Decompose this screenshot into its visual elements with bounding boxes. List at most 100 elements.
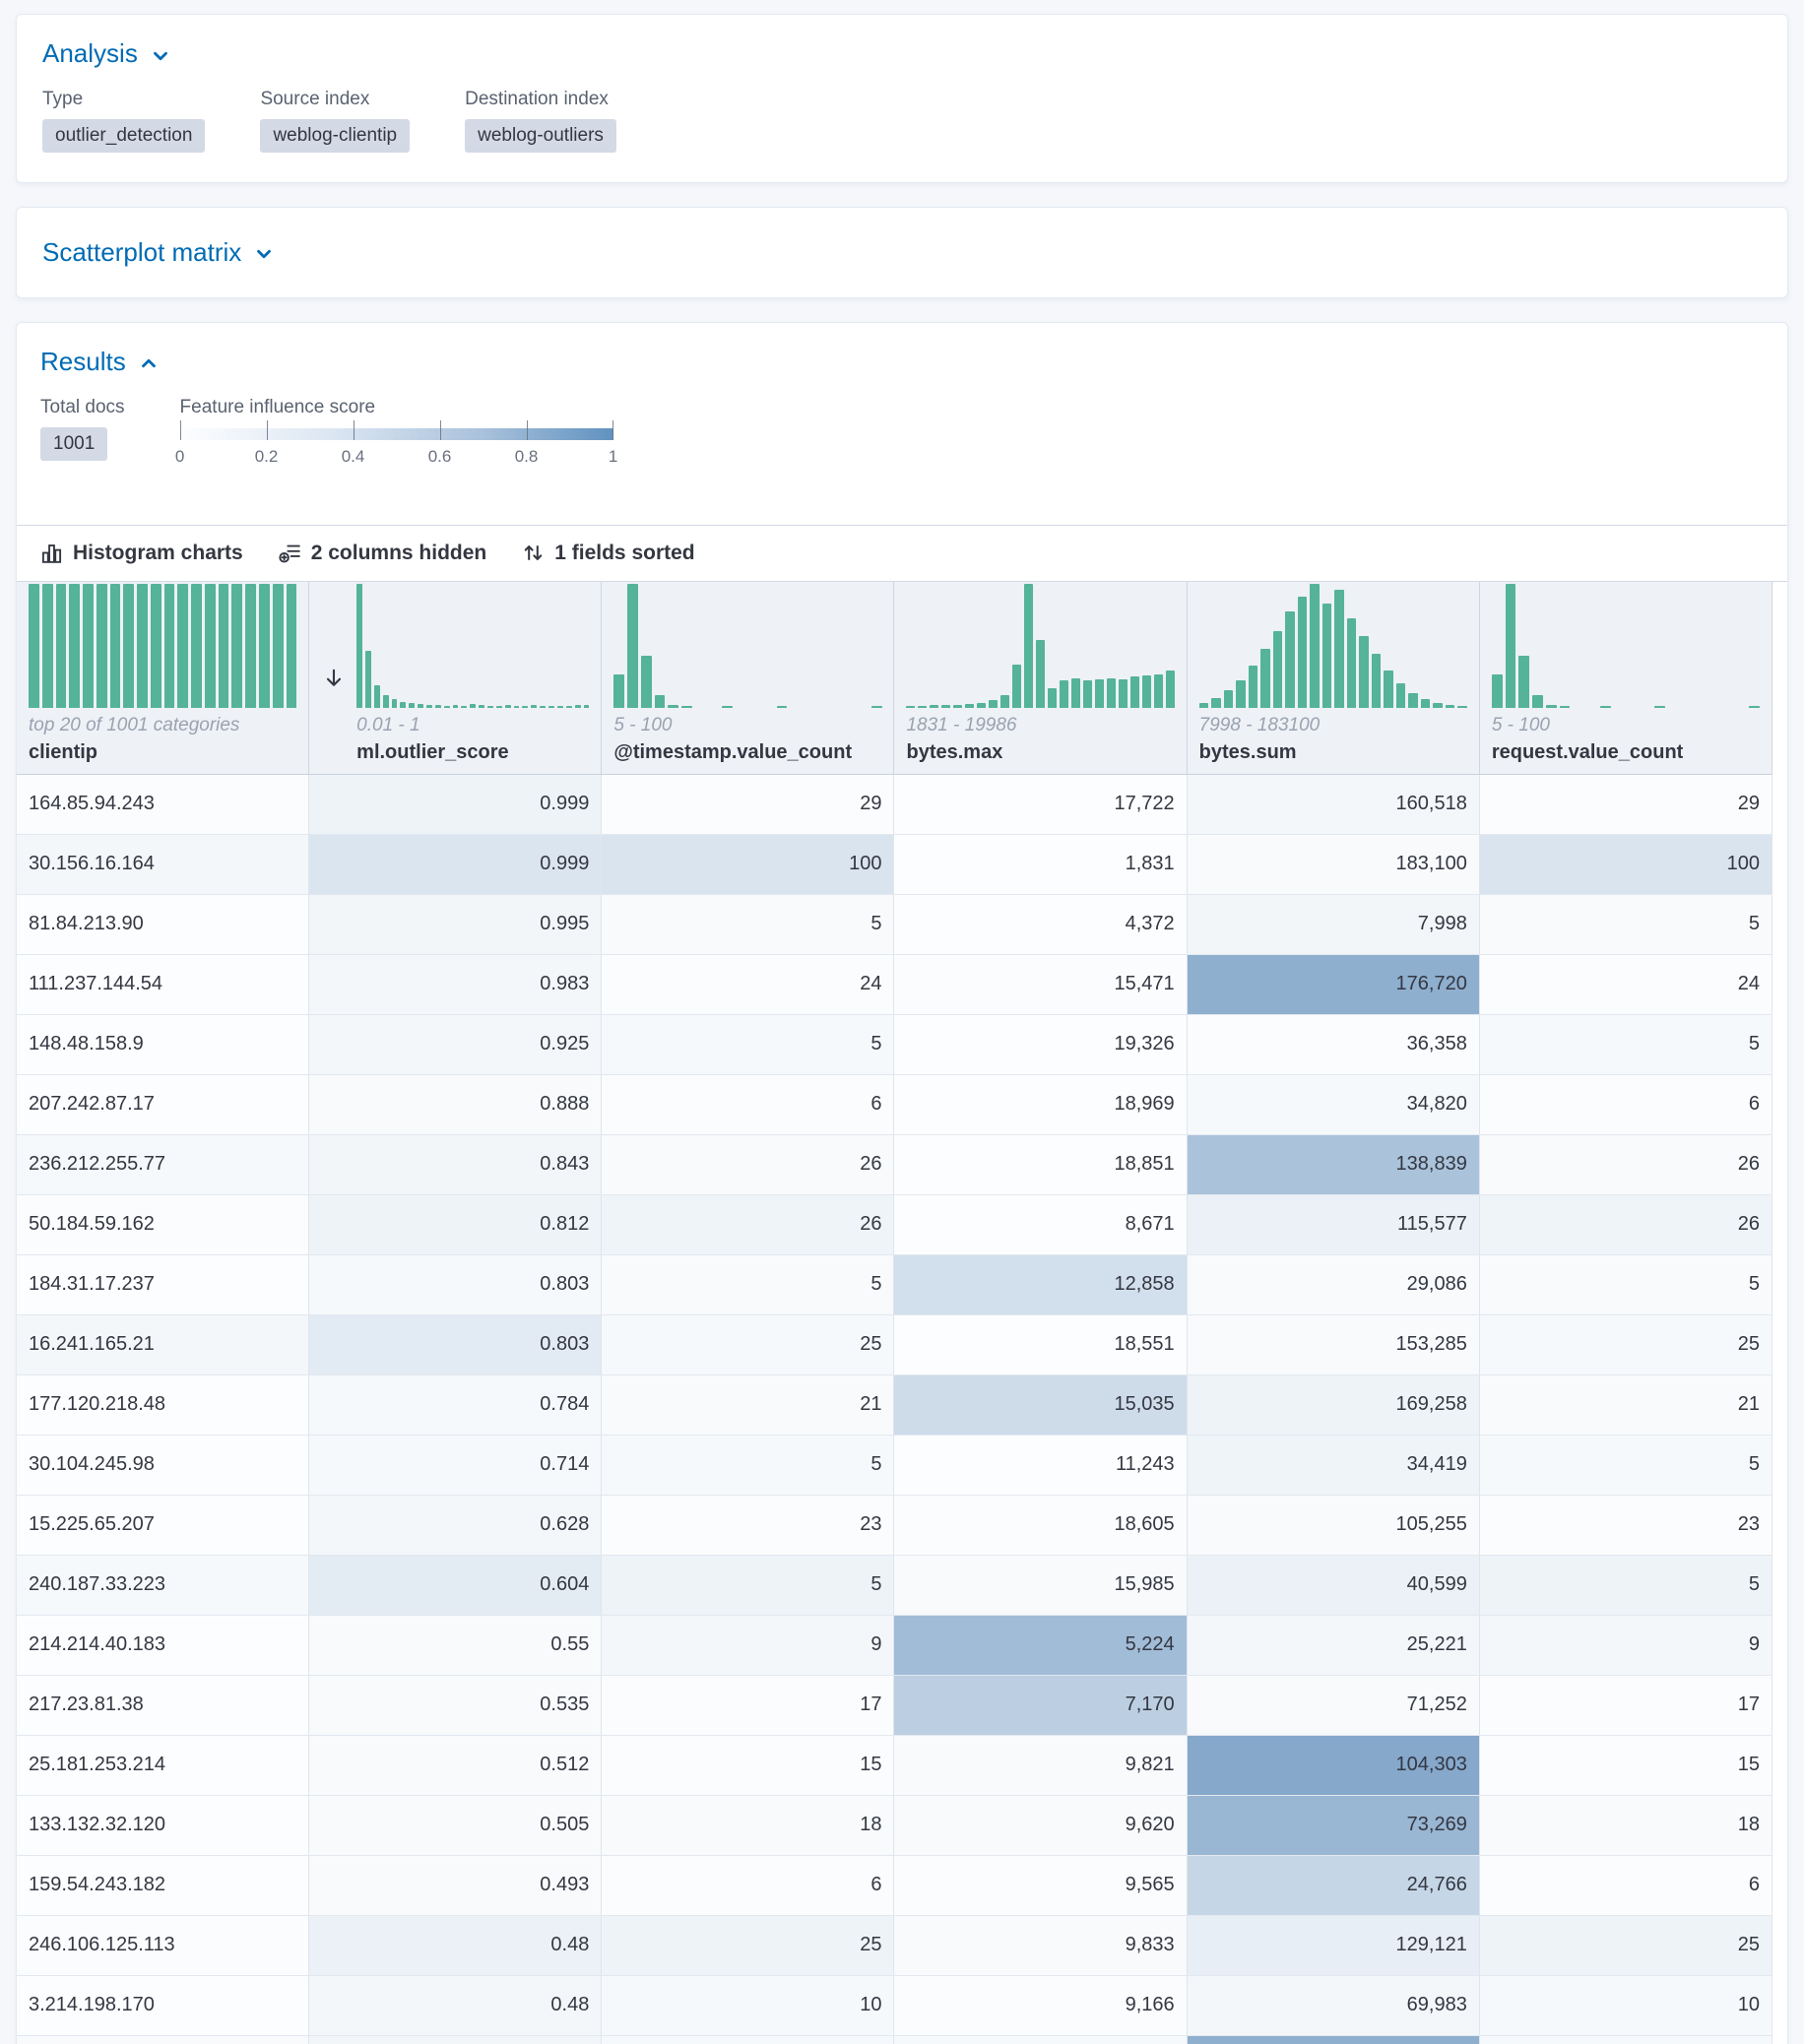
cell-@timestamp.value_count[interactable]: 25	[602, 1315, 894, 1374]
cell-clientip[interactable]: 184.31.17.237	[17, 1255, 309, 1314]
cell-clientip[interactable]: 207.242.87.17	[17, 1075, 309, 1134]
cell-bytes.max[interactable]: 1,831	[894, 835, 1187, 894]
cell-clientip[interactable]: 164.85.94.243	[17, 775, 309, 834]
cell-request.value_count[interactable]: 5	[1480, 1255, 1772, 1314]
cell-@timestamp.value_count[interactable]: 9	[602, 1616, 894, 1675]
cell-ml.outlier_score[interactable]: 0.48	[309, 1916, 602, 1975]
cell-clientip[interactable]: 246.106.125.113	[17, 1916, 309, 1975]
cell-request.value_count[interactable]: 5	[1480, 1015, 1772, 1074]
cell-ml.outlier_score[interactable]: 0.983	[309, 955, 602, 1014]
cell-ml.outlier_score[interactable]: 0.803	[309, 1255, 602, 1314]
cell-clientip[interactable]: 217.23.81.38	[17, 1676, 309, 1735]
cell-bytes.max[interactable]: 9,821	[894, 1736, 1187, 1795]
column-header-ml.outlier_score[interactable]: 0.01 - 1ml.outlier_score	[309, 582, 602, 774]
cell-bytes.max[interactable]: 19,326	[894, 1015, 1187, 1074]
column-header-clientip[interactable]: top 20 of 1001 categoriesclientip	[17, 582, 309, 774]
cell-@timestamp.value_count[interactable]: 100	[602, 835, 894, 894]
column-header-bytes.max[interactable]: 1831 - 19986bytes.max	[894, 582, 1187, 774]
cell-@timestamp.value_count[interactable]: 5	[602, 1436, 894, 1495]
cell-bytes.sum[interactable]: 115,577	[1188, 1195, 1480, 1254]
cell-@timestamp.value_count[interactable]: 6	[602, 1075, 894, 1134]
cell-@timestamp.value_count[interactable]: 5	[602, 895, 894, 954]
cell-request.value_count[interactable]: 10	[1480, 1976, 1772, 2035]
cell-bytes.max[interactable]: 15,035	[894, 1375, 1187, 1435]
cell-@timestamp.value_count[interactable]: 21	[602, 1375, 894, 1435]
cell-request.value_count[interactable]: 6	[1480, 1075, 1772, 1134]
cell-ml.outlier_score[interactable]: 0.784	[309, 1375, 602, 1435]
cell-request.value_count[interactable]: 26	[1480, 1195, 1772, 1254]
cell-clientip[interactable]: 3.214.198.170	[17, 1976, 309, 2035]
cell-bytes.sum[interactable]: 105,255	[1188, 1496, 1480, 1555]
cell-ml.outlier_score[interactable]: 0.995	[309, 895, 602, 954]
cell-@timestamp.value_count[interactable]: 25	[602, 1916, 894, 1975]
column-header-bytes.sum[interactable]: 7998 - 183100bytes.sum	[1188, 582, 1480, 774]
cell-ml.outlier_score[interactable]: 0.803	[309, 1315, 602, 1374]
cell-request.value_count[interactable]: 25	[1480, 1315, 1772, 1374]
cell-@timestamp.value_count[interactable]: 18	[602, 1796, 894, 1855]
cell-request.value_count[interactable]	[1480, 2036, 1772, 2044]
cell-bytes.sum[interactable]: 176,720	[1188, 955, 1480, 1014]
cell-request.value_count[interactable]: 25	[1480, 1916, 1772, 1975]
cell-bytes.max[interactable]: 18,551	[894, 1315, 1187, 1374]
cell-@timestamp.value_count[interactable]	[602, 2036, 894, 2044]
cell-request.value_count[interactable]: 29	[1480, 775, 1772, 834]
cell-ml.outlier_score[interactable]: 0.493	[309, 1856, 602, 1915]
cell-bytes.sum[interactable]: 40,599	[1188, 1556, 1480, 1615]
cell-@timestamp.value_count[interactable]: 6	[602, 1856, 894, 1915]
cell-bytes.sum[interactable]: 160,518	[1188, 775, 1480, 834]
cell-bytes.max[interactable]: 9,166	[894, 1976, 1187, 2035]
cell-request.value_count[interactable]: 24	[1480, 955, 1772, 1014]
cell-clientip[interactable]: 50.184.59.162	[17, 1195, 309, 1254]
cell-bytes.sum[interactable]: 34,820	[1188, 1075, 1480, 1134]
cell-bytes.max[interactable]: 18,851	[894, 1135, 1187, 1194]
cell-clientip[interactable]: 148.48.158.9	[17, 1015, 309, 1074]
cell-request.value_count[interactable]: 5	[1480, 1436, 1772, 1495]
cell-bytes.sum[interactable]: 7,998	[1188, 895, 1480, 954]
cell-ml.outlier_score[interactable]: 0.48	[309, 1976, 602, 2035]
cell-request.value_count[interactable]: 100	[1480, 835, 1772, 894]
cell-request.value_count[interactable]: 23	[1480, 1496, 1772, 1555]
cell-bytes.sum[interactable]: 25,221	[1188, 1616, 1480, 1675]
cell-request.value_count[interactable]: 6	[1480, 1856, 1772, 1915]
cell-bytes.max[interactable]: 8,671	[894, 1195, 1187, 1254]
cell-@timestamp.value_count[interactable]: 10	[602, 1976, 894, 2035]
cell-bytes.max[interactable]: 7,170	[894, 1676, 1187, 1735]
column-header-@timestamp.value_count[interactable]: 5 - 100@timestamp.value_count	[602, 582, 894, 774]
cell-bytes.sum[interactable]: 24,766	[1188, 1856, 1480, 1915]
cell-clientip[interactable]: 236.212.255.77	[17, 1135, 309, 1194]
cell-clientip[interactable]: 214.214.40.183	[17, 1616, 309, 1675]
cell-@timestamp.value_count[interactable]: 15	[602, 1736, 894, 1795]
results-panel-toggle[interactable]: Results	[40, 347, 160, 377]
cell-@timestamp.value_count[interactable]: 17	[602, 1676, 894, 1735]
cell-bytes.sum[interactable]: 129,121	[1188, 1916, 1480, 1975]
cell-bytes.max[interactable]: 9,833	[894, 1916, 1187, 1975]
cell-bytes.max[interactable]: 12,858	[894, 1255, 1187, 1314]
cell-ml.outlier_score[interactable]: 0.628	[309, 1496, 602, 1555]
cell-ml.outlier_score[interactable]: 0.505	[309, 1796, 602, 1855]
cell-request.value_count[interactable]: 21	[1480, 1375, 1772, 1435]
cell-bytes.sum[interactable]	[1188, 2036, 1480, 2044]
cell-ml.outlier_score[interactable]: 0.714	[309, 1436, 602, 1495]
cell-bytes.sum[interactable]: 69,983	[1188, 1976, 1480, 2035]
cell-ml.outlier_score[interactable]: 0.888	[309, 1075, 602, 1134]
cell-bytes.max[interactable]: 18,969	[894, 1075, 1187, 1134]
cell-@timestamp.value_count[interactable]: 26	[602, 1135, 894, 1194]
cell-request.value_count[interactable]: 5	[1480, 895, 1772, 954]
cell-clientip[interactable]: 133.132.32.120	[17, 1796, 309, 1855]
columns-hidden-button[interactable]: 2 columns hidden	[279, 542, 487, 565]
cell-bytes.max[interactable]: 5,224	[894, 1616, 1187, 1675]
cell-clientip[interactable]: 111.237.144.54	[17, 955, 309, 1014]
cell-@timestamp.value_count[interactable]: 5	[602, 1255, 894, 1314]
cell-clientip[interactable]: 16.241.165.21	[17, 1315, 309, 1374]
cell-bytes.max[interactable]: 15,985	[894, 1556, 1187, 1615]
cell-ml.outlier_score[interactable]: 0.535	[309, 1676, 602, 1735]
cell-bytes.sum[interactable]: 73,269	[1188, 1796, 1480, 1855]
cell-bytes.sum[interactable]: 169,258	[1188, 1375, 1480, 1435]
cell-bytes.sum[interactable]: 153,285	[1188, 1315, 1480, 1374]
cell-ml.outlier_score[interactable]: 0.999	[309, 835, 602, 894]
column-header-request.value_count[interactable]: 5 - 100request.value_count	[1480, 582, 1772, 774]
cell-bytes.sum[interactable]: 36,358	[1188, 1015, 1480, 1074]
cell-bytes.sum[interactable]: 138,839	[1188, 1135, 1480, 1194]
cell-request.value_count[interactable]: 18	[1480, 1796, 1772, 1855]
cell-bytes.sum[interactable]: 104,303	[1188, 1736, 1480, 1795]
